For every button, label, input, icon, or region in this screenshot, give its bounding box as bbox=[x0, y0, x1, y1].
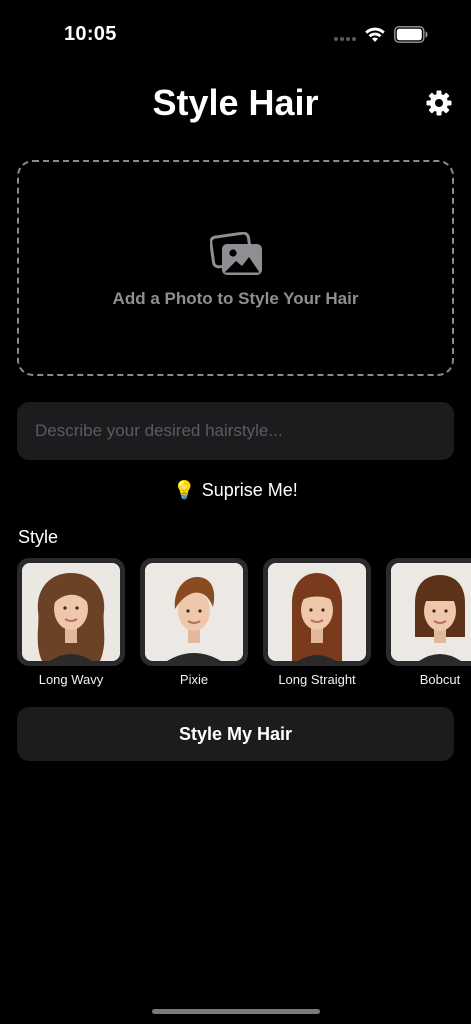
settings-button[interactable] bbox=[424, 88, 454, 118]
photo-stack-icon bbox=[210, 232, 262, 275]
surprise-me-button[interactable]: 💡 Suprise Me! bbox=[0, 480, 471, 501]
style-thumbnail bbox=[263, 558, 371, 666]
bobcut-portrait-image bbox=[391, 563, 471, 661]
long-wavy-portrait-image bbox=[22, 563, 120, 661]
battery-icon bbox=[394, 26, 428, 43]
style-thumbnail bbox=[17, 558, 125, 666]
dropzone-label: Add a Photo to Style Your Hair bbox=[112, 289, 359, 308]
style-option-long-straight[interactable]: Long Straight bbox=[263, 558, 371, 687]
long-straight-portrait-image bbox=[268, 563, 366, 661]
style-option-pixie[interactable]: Pixie bbox=[140, 558, 248, 687]
wifi-icon bbox=[365, 27, 385, 42]
style-option-bobcut[interactable]: Bobcut bbox=[386, 558, 471, 687]
home-indicator[interactable] bbox=[152, 1009, 320, 1014]
lightbulb-icon: 💡 bbox=[173, 480, 196, 500]
style-option-label: Long Straight bbox=[278, 672, 356, 687]
style-thumbnail bbox=[386, 558, 471, 666]
app-screen: 10:05 Style Hair Add a Photo to Style Yo… bbox=[0, 0, 471, 1024]
gear-icon bbox=[426, 90, 452, 116]
page-title: Style Hair bbox=[152, 82, 319, 123]
style-thumbnail bbox=[140, 558, 248, 666]
style-option-label: Pixie bbox=[179, 672, 209, 687]
style-option-label: Bobcut bbox=[419, 672, 461, 687]
status-time: 10:05 bbox=[64, 23, 117, 45]
status-bar: 10:05 bbox=[0, 0, 471, 70]
surprise-me-label: Suprise Me! bbox=[201, 480, 298, 500]
style-option-long-wavy[interactable]: Long Wavy bbox=[17, 558, 125, 687]
style-my-hair-button[interactable]: Style My Hair bbox=[17, 707, 454, 761]
style-option-label: Long Wavy bbox=[38, 672, 104, 687]
style-section-label: Style bbox=[18, 527, 59, 547]
pixie-portrait-image bbox=[145, 563, 243, 661]
style-carousel[interactable]: Long Wavy Pixie Long Straight Bobcut bbox=[17, 558, 471, 693]
add-photo-dropzone[interactable]: Add a Photo to Style Your Hair bbox=[17, 160, 454, 376]
cellular-dots-icon bbox=[334, 37, 356, 41]
hairstyle-description-input[interactable] bbox=[17, 402, 454, 460]
